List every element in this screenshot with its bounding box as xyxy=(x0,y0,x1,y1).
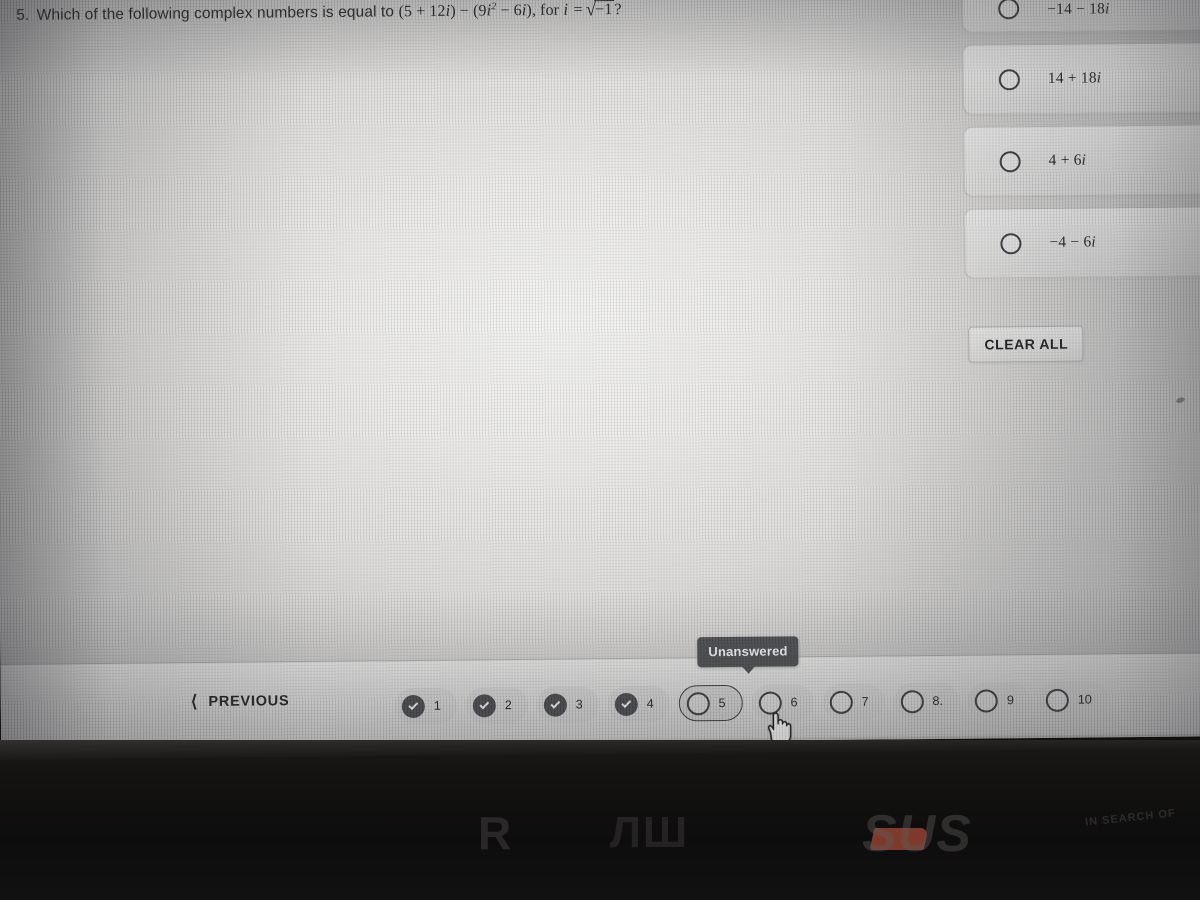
quiz-footer: ⟨ PREVIOUS 1 2 3 4 5 6 7 8. 9 10 xyxy=(0,653,1200,745)
checkmark-icon xyxy=(479,698,490,709)
question-pill-1[interactable]: 1 xyxy=(394,687,457,725)
previous-button-label: PREVIOUS xyxy=(208,692,290,710)
tooltip-label: Unanswered xyxy=(708,643,788,660)
checkmark-icon xyxy=(550,698,561,709)
question-equals: = xyxy=(573,1,583,19)
question-pill-number: 10 xyxy=(1077,692,1092,707)
question-pill-8[interactable]: 8. xyxy=(893,682,960,720)
empty-circle-icon xyxy=(900,689,924,713)
question-pill-number: 2 xyxy=(504,697,512,712)
answer-option-1[interactable]: −14 − 18i xyxy=(961,0,1200,33)
check-circle-icon xyxy=(614,692,638,716)
question-stem: 5. Which of the following complex number… xyxy=(16,0,946,27)
question-var-i: i xyxy=(563,0,569,19)
check-circle-icon xyxy=(472,693,496,717)
question-pill-7[interactable]: 7 xyxy=(822,683,885,721)
empty-circle-icon xyxy=(1045,688,1069,712)
empty-circle-icon xyxy=(686,691,710,715)
quiz-page: 5. Which of the following complex number… xyxy=(0,0,1200,748)
question-pill-number: 8. xyxy=(932,693,943,708)
answer-option-label: 14 + 18i xyxy=(1047,69,1102,87)
check-circle-icon xyxy=(401,694,425,718)
question-pill-number: 7 xyxy=(861,694,869,709)
question-expr-open: (5 + 12 xyxy=(398,2,446,21)
answer-options-list: −14 − 18i 14 + 18i 4 + 6i −4 − 6i xyxy=(961,0,1200,291)
bezel-brand-middle: ЛШ xyxy=(610,808,690,857)
laptop-screen-photo: 5. Which of the following complex number… xyxy=(0,0,1200,900)
empty-circle-icon xyxy=(974,688,999,713)
answer-option-label: 4 + 6i xyxy=(1048,151,1087,169)
question-prefix: Which of the following complex numbers i… xyxy=(36,3,395,24)
checkmark-icon xyxy=(408,699,419,710)
laptop-bezel xyxy=(0,740,1200,900)
question-mark: ? xyxy=(614,1,622,19)
answer-option-2[interactable]: 14 + 18i xyxy=(962,42,1200,115)
question-pill-10[interactable]: 10 xyxy=(1038,681,1108,719)
radio-button-icon[interactable] xyxy=(999,150,1021,172)
unanswered-tooltip: Unanswered xyxy=(697,636,799,674)
question-pill-number: 4 xyxy=(646,696,654,711)
answer-option-4[interactable]: −4 − 6i xyxy=(964,206,1200,279)
question-pill-number: 1 xyxy=(433,698,441,713)
radio-button-icon[interactable] xyxy=(1000,232,1022,254)
previous-button[interactable]: ⟨ PREVIOUS xyxy=(190,692,290,712)
square-root-expression: √−1 xyxy=(584,0,615,21)
question-pill-3[interactable]: 3 xyxy=(536,686,599,723)
check-circle-icon xyxy=(543,693,567,717)
chevron-left-icon: ⟨ xyxy=(190,692,198,712)
question-pill-number: 5 xyxy=(718,695,726,710)
question-pill-number: 6 xyxy=(790,695,798,710)
question-expr-close: ), for xyxy=(526,1,560,20)
question-pill-9[interactable]: 9 xyxy=(967,682,1031,719)
question-pill-4[interactable]: 4 xyxy=(607,685,670,723)
answer-option-label: −4 − 6i xyxy=(1049,233,1096,251)
question-pill-2[interactable]: 2 xyxy=(465,686,528,724)
answer-option-3[interactable]: 4 + 6i xyxy=(963,124,1200,197)
question-pill-number: 9 xyxy=(1006,692,1014,708)
radio-button-icon[interactable] xyxy=(998,68,1020,90)
question-expr-mid: ) − (9 xyxy=(450,2,487,20)
question-pill-number: 3 xyxy=(575,697,583,712)
bezel-brand-asus: SUS xyxy=(862,805,972,863)
radicand: −1 xyxy=(594,0,615,19)
question-number: 5. xyxy=(16,6,30,24)
question-navigation-pills: 1 2 3 4 5 6 7 8. 9 10 xyxy=(394,681,1108,725)
clear-all-button[interactable]: CLEAR ALL xyxy=(968,325,1084,363)
answer-option-label: −14 − 18i xyxy=(1047,0,1110,18)
scroll-indicator-speck xyxy=(1175,396,1186,404)
tooltip-arrow-icon xyxy=(741,665,756,674)
lcd-screen: 5. Which of the following complex number… xyxy=(0,0,1200,748)
bezel-brand-mirrored: Я xyxy=(480,807,512,859)
checkmark-icon xyxy=(621,697,632,708)
question-pill-5[interactable]: 5 xyxy=(678,684,743,722)
question-expr-mid-2: − 6 xyxy=(496,2,522,20)
empty-circle-icon xyxy=(829,690,853,714)
radio-button-icon[interactable] xyxy=(998,0,1020,20)
